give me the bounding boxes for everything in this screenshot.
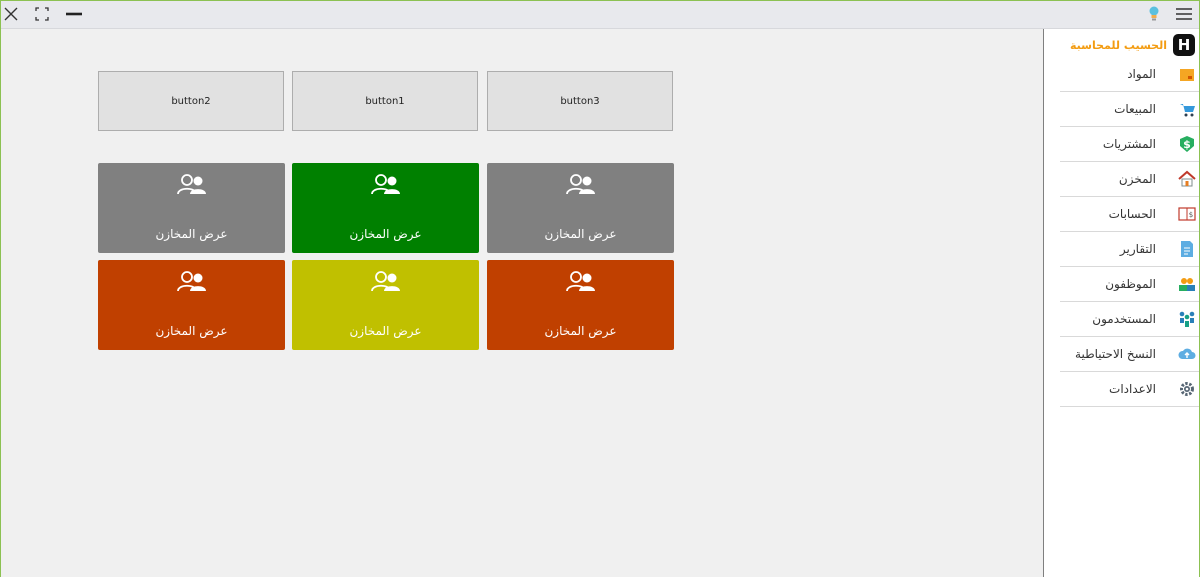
users-group-icon [1178, 310, 1196, 328]
tile-show-warehouses[interactable]: عرض المخازن [487, 260, 674, 350]
cloud-upload-icon [1178, 345, 1196, 363]
sidebar-item[interactable]: المخزن [1060, 162, 1200, 197]
fullscreen-icon[interactable] [31, 3, 53, 25]
tile-label: عرض المخازن [349, 227, 422, 241]
house-icon [1178, 170, 1196, 188]
sidebar-item-label: الموظفون [1105, 277, 1156, 291]
tile-show-warehouses[interactable]: عرض المخازن [292, 163, 479, 253]
sidebar-item-label: الحسابات [1108, 207, 1156, 221]
users-icon [371, 174, 401, 196]
hamburger-menu-icon[interactable] [1173, 3, 1195, 25]
sidebar-item[interactable]: المبيعات [1060, 92, 1200, 127]
sidebar-item[interactable]: $ الحسابات [1060, 197, 1200, 232]
brand-name: الحسيب للمحاسبة [1069, 38, 1167, 52]
cart-icon [1178, 100, 1196, 118]
users-icon [177, 174, 207, 196]
tile-label: عرض المخازن [155, 227, 228, 241]
sidebar: الحسيب للمحاسبة H المواد المبيعات $ المشتري… [1043, 29, 1200, 577]
brand: الحسيب للمحاسبة H [1070, 34, 1195, 56]
ledger-book-icon: $ [1178, 205, 1196, 223]
box-icon [1178, 65, 1196, 83]
lightbulb-icon[interactable] [1143, 3, 1165, 25]
settings-gear-icon [1178, 380, 1196, 398]
sidebar-item-label: المبيعات [1114, 102, 1156, 116]
users-icon [566, 174, 596, 196]
logo-letter: H [1177, 36, 1191, 54]
tile-show-warehouses[interactable]: عرض المخازن [292, 260, 479, 350]
sidebar-item-label: المشتريات [1102, 137, 1156, 151]
users-icon [566, 271, 596, 293]
sidebar-item[interactable]: النسخ الاحتياطية [1060, 337, 1200, 372]
sidebar-item[interactable]: التقارير [1060, 232, 1200, 267]
close-icon[interactable] [0, 3, 22, 25]
svg-text:$: $ [1183, 138, 1191, 151]
users-icon [177, 271, 207, 293]
sidebar-item-label: الاعدادات [1109, 382, 1156, 396]
tile-show-warehouses[interactable]: عرض المخازن [98, 163, 285, 253]
sidebar-item-label: المخزن [1118, 172, 1156, 186]
logo: H [1173, 34, 1195, 56]
sidebar-item[interactable]: الاعدادات [1060, 372, 1200, 407]
sidebar-item-label: التقارير [1119, 242, 1156, 256]
report-document-icon [1178, 240, 1196, 258]
tile-show-warehouses[interactable]: عرض المخازن [487, 163, 674, 253]
button1[interactable]: button1 [292, 71, 478, 131]
sidebar-item[interactable]: المستخدمون [1060, 302, 1200, 337]
sidebar-item-label: النسخ الاحتياطية [1075, 347, 1156, 361]
sidebar-item[interactable]: $ المشتريات [1060, 127, 1200, 162]
tile-label: عرض المخازن [155, 324, 228, 338]
button2[interactable]: button2 [98, 71, 284, 131]
main-content: button2 button1 button3 عرض المخازن عرض ا… [0, 29, 1043, 577]
sidebar-item[interactable]: الموظفون [1060, 267, 1200, 302]
sidebar-item-label: المستخدمون [1092, 312, 1156, 326]
sidebar-item[interactable]: المواد [1060, 57, 1200, 92]
tile-label: عرض المخازن [544, 227, 617, 241]
users-icon [371, 271, 401, 293]
dollar-icon: $ [1178, 135, 1196, 153]
tile-show-warehouses[interactable]: عرض المخازن [98, 260, 285, 350]
employees-icon [1178, 275, 1196, 293]
tile-label: عرض المخازن [349, 324, 422, 338]
svg-text:$: $ [1189, 211, 1193, 219]
title-bar [0, 0, 1200, 29]
tile-label: عرض المخازن [544, 324, 617, 338]
button3[interactable]: button3 [487, 71, 673, 131]
sidebar-item-label: المواد [1127, 67, 1156, 81]
minimize-icon[interactable] [63, 3, 85, 25]
